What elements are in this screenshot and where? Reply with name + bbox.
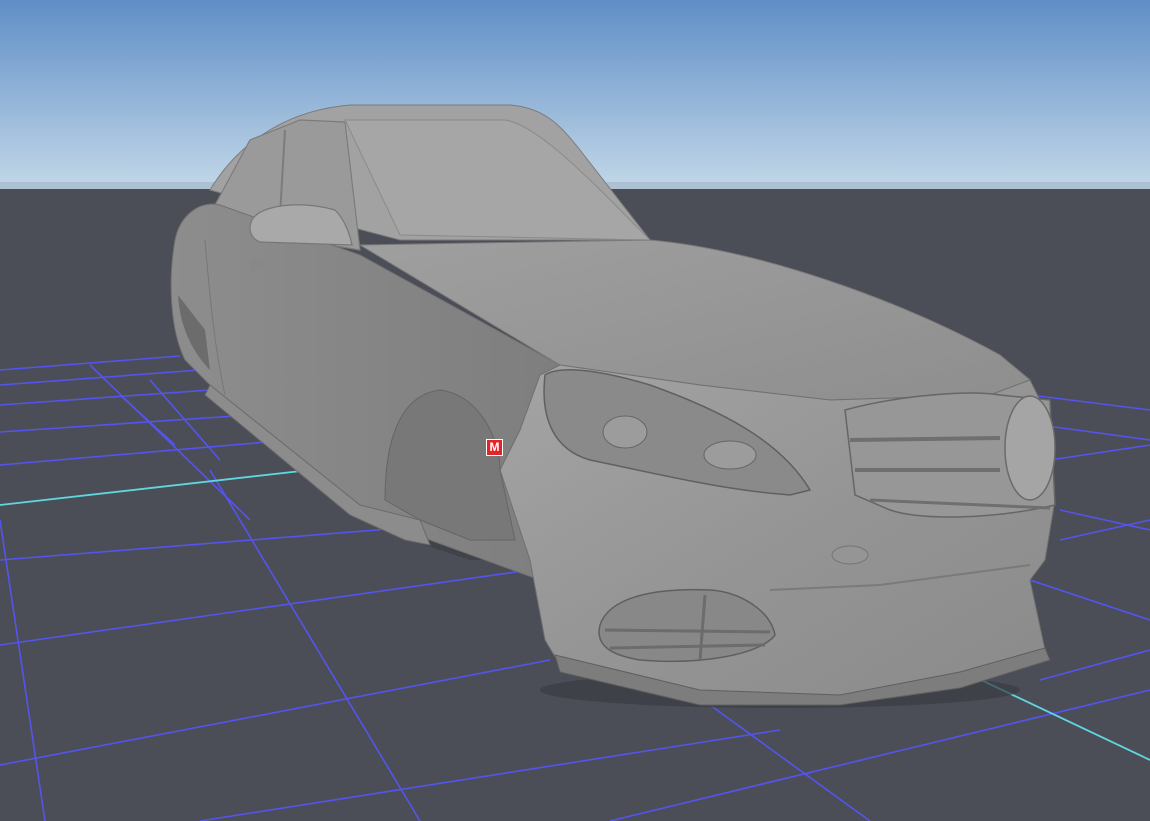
- 3d-viewport[interactable]: M: [0, 0, 1150, 821]
- scene-canvas[interactable]: [0, 0, 1150, 821]
- headlight-lens-inner: [602, 415, 648, 449]
- front-emblem: [1004, 395, 1056, 501]
- model-origin-marker[interactable]: M: [486, 439, 503, 456]
- headlight-lens-outer: [703, 440, 757, 470]
- parking-sensor: [831, 545, 869, 565]
